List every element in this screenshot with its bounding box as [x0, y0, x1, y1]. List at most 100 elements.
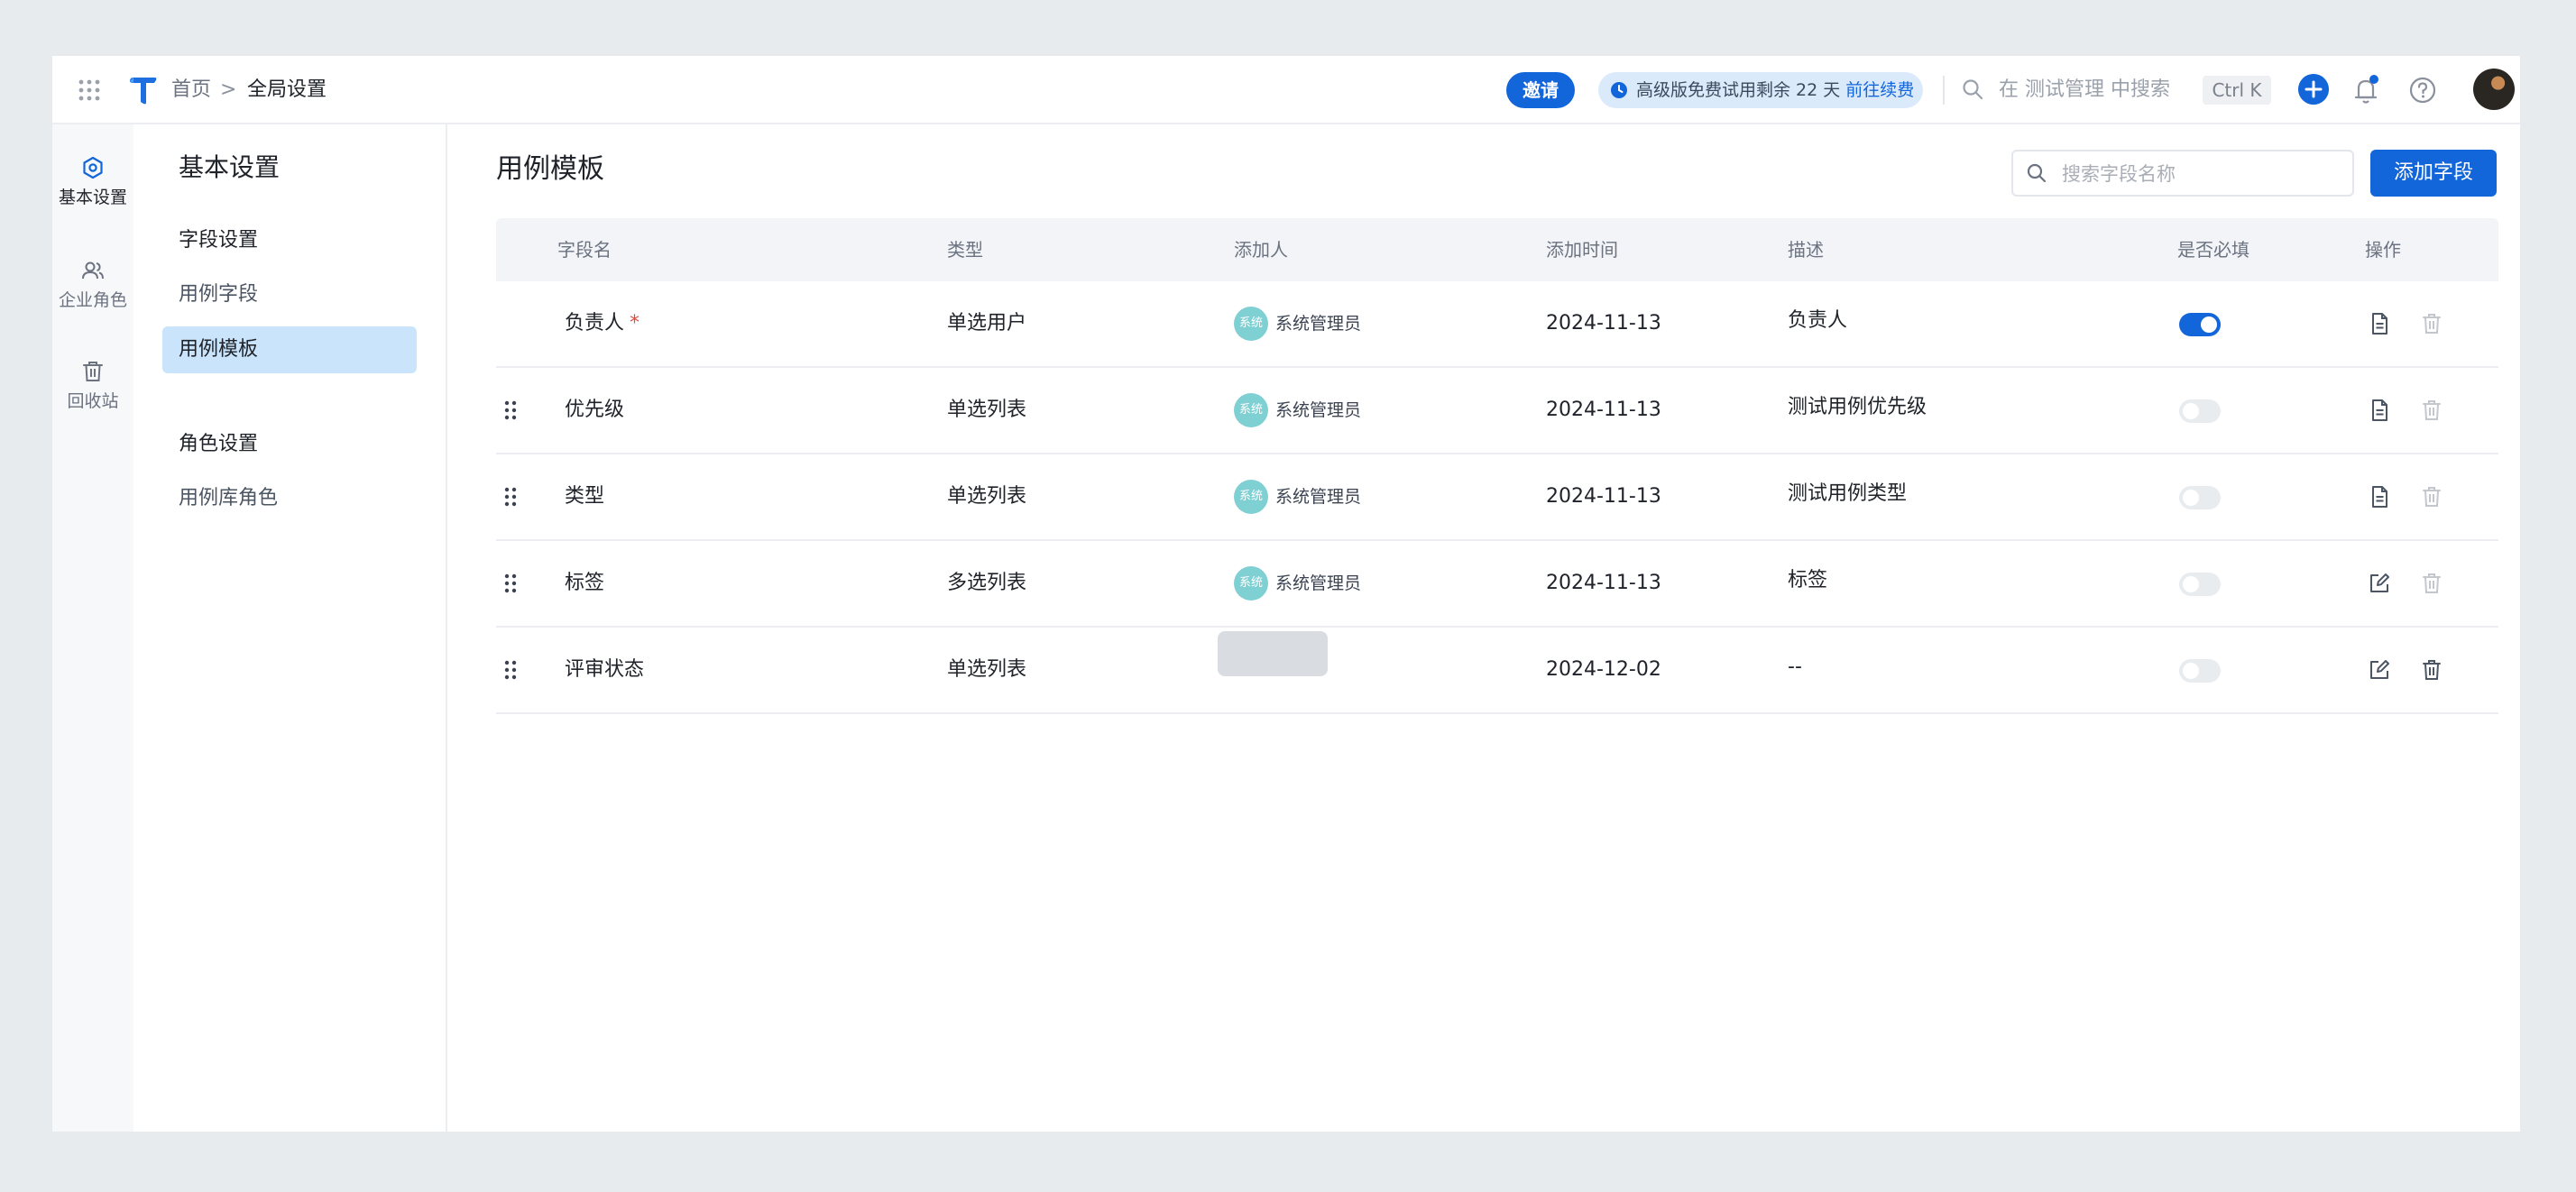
added-time: 2024-11-13: [1546, 485, 1661, 508]
header-type: 类型: [947, 239, 983, 261]
rail-label: 基本设置: [58, 188, 127, 207]
field-description: 测试用例类型: [1788, 482, 1908, 505]
topbar-divider: [1943, 76, 1945, 105]
trial-banner: 高级版免费试用剩余 22 天 前往续费: [1598, 72, 1923, 108]
avatar: 系统: [1234, 307, 1268, 341]
delete-icon[interactable]: [2419, 311, 2444, 336]
header-actions: 操作: [2365, 239, 2401, 261]
left-rail: 基本设置 企业角色 回收站: [52, 124, 133, 1132]
required-mark: *: [630, 312, 640, 335]
field-name-cell: 负责人 *: [565, 281, 639, 366]
field-description: 测试用例优先级: [1788, 396, 1927, 418]
rail-label: 回收站: [67, 391, 119, 411]
invite-button[interactable]: 邀请: [1506, 72, 1575, 108]
rail-label: 企业角色: [58, 290, 127, 310]
avatar: 系统: [1234, 566, 1268, 601]
global-search-input[interactable]: 在 测试管理 中搜索: [1999, 78, 2170, 103]
edit-icon[interactable]: [2367, 657, 2392, 683]
top-bar: 首页 > 全局设置 邀请 高级版免费试用剩余 22 天 前往续费 在 测试管理 …: [52, 56, 2520, 124]
menu-item-case-fields[interactable]: 用例字段: [179, 281, 258, 308]
redacted-adder: [1218, 631, 1328, 676]
required-toggle[interactable]: [2179, 399, 2221, 423]
users-icon: [82, 261, 104, 280]
required-toggle[interactable]: [2179, 659, 2221, 683]
adder-name: 系统管理员: [1275, 487, 1362, 507]
clock-icon: [1611, 82, 1627, 98]
header-description: 描述: [1788, 239, 1824, 261]
table-row: 优先级 单选列表 系统 系统管理员 2024-11-13 测试用例优先级: [496, 368, 2498, 454]
drag-handle-icon[interactable]: [503, 399, 518, 421]
search-icon[interactable]: [1961, 78, 1984, 101]
drag-handle-icon[interactable]: [503, 573, 518, 594]
help-icon[interactable]: [2408, 76, 2437, 105]
table-row: 评审状态 单选列表 2024-12-02 --: [496, 628, 2498, 714]
delete-icon[interactable]: [2419, 398, 2444, 423]
breadcrumb-home[interactable]: 首页: [171, 78, 211, 103]
delete-icon[interactable]: [2419, 657, 2444, 683]
avatar: 系统: [1234, 480, 1268, 514]
menu-group-field-settings: 字段设置: [179, 229, 259, 252]
added-time: 2024-11-13: [1546, 399, 1661, 421]
field-name: 优先级: [565, 399, 625, 421]
drag-handle-icon[interactable]: [503, 659, 518, 681]
document-icon[interactable]: [2367, 311, 2392, 336]
field-name: 类型: [565, 485, 605, 508]
document-icon[interactable]: [2367, 398, 2392, 423]
adder-name: 系统管理员: [1275, 314, 1362, 334]
added-time: 2024-11-13: [1546, 312, 1661, 335]
header-field-name: 字段名: [557, 239, 612, 261]
table-header: 字段名 类型 添加人 添加时间 描述 是否必填 操作: [496, 218, 2498, 281]
settings-menu: 基本设置 字段设置 用例字段 用例模板 角色设置 用例库角色: [133, 124, 447, 1132]
field-name: 评审状态: [565, 658, 645, 681]
adder-name: 系统管理员: [1275, 573, 1362, 593]
table-row: 负责人 * 单选用户 系统 系统管理员 2024-11-13 负责人: [496, 281, 2498, 368]
required-toggle[interactable]: [2179, 486, 2221, 509]
field-name: 负责人: [565, 312, 625, 335]
rail-item-enterprise-roles[interactable]: 企业角色: [52, 258, 133, 312]
app-logo-icon[interactable]: [126, 74, 159, 106]
adder-name: 系统管理员: [1275, 400, 1362, 420]
header-adder: 添加人: [1234, 239, 1288, 261]
avatar: 系统: [1234, 393, 1268, 427]
added-time: 2024-11-13: [1546, 572, 1661, 594]
breadcrumb-separator: >: [220, 78, 237, 101]
required-toggle[interactable]: [2179, 573, 2221, 596]
field-type: 单选列表: [947, 399, 1027, 421]
header-time: 添加时间: [1546, 239, 1618, 261]
user-avatar[interactable]: [2473, 69, 2515, 110]
field-search-box[interactable]: [2011, 150, 2354, 197]
field-description: --: [1788, 656, 1802, 678]
table-row: 类型 单选列表 系统 系统管理员 2024-11-13 测试用例类型: [496, 454, 2498, 541]
notification-bell-icon[interactable]: [2351, 74, 2381, 106]
field-type: 单选列表: [947, 485, 1027, 508]
rail-item-basic-settings[interactable]: 基本设置: [52, 155, 133, 209]
menu-item-case-library-roles[interactable]: 用例库角色: [179, 485, 278, 512]
settings-hexagon-icon: [83, 156, 103, 179]
edit-icon[interactable]: [2367, 571, 2392, 596]
field-type: 单选用户: [947, 312, 1027, 335]
create-plus-button[interactable]: [2298, 74, 2329, 105]
search-shortcut-badge: Ctrl K: [2203, 76, 2271, 105]
template-table: 字段名 类型 添加人 添加时间 描述 是否必填 操作 负责人 * 单选用户 系统 …: [496, 218, 2498, 714]
menu-title: 基本设置: [179, 152, 281, 182]
field-type: 多选列表: [947, 572, 1027, 594]
document-icon[interactable]: [2367, 484, 2392, 509]
delete-icon[interactable]: [2419, 571, 2444, 596]
drag-handle-icon[interactable]: [503, 486, 518, 508]
trash-icon: [83, 362, 103, 381]
app-grid-icon[interactable]: [78, 78, 101, 102]
field-search-input[interactable]: [2060, 159, 2343, 189]
header-required: 是否必填: [2177, 239, 2249, 261]
renew-link[interactable]: 前往续费: [1845, 80, 1914, 100]
add-field-button[interactable]: 添加字段: [2370, 150, 2497, 197]
rail-item-recycle-bin[interactable]: 回收站: [52, 359, 133, 413]
breadcrumb-current: 全局设置: [247, 78, 327, 101]
page-title: 用例模板: [496, 153, 604, 185]
trial-text: 高级版免费试用剩余 22 天: [1636, 80, 1846, 100]
field-type: 单选列表: [947, 658, 1027, 681]
required-toggle[interactable]: [2179, 313, 2221, 336]
field-description: 标签: [1788, 569, 1828, 591]
delete-icon[interactable]: [2419, 484, 2444, 509]
menu-group-role-settings: 角色设置: [179, 433, 259, 455]
menu-item-case-template[interactable]: 用例模板: [162, 326, 417, 373]
